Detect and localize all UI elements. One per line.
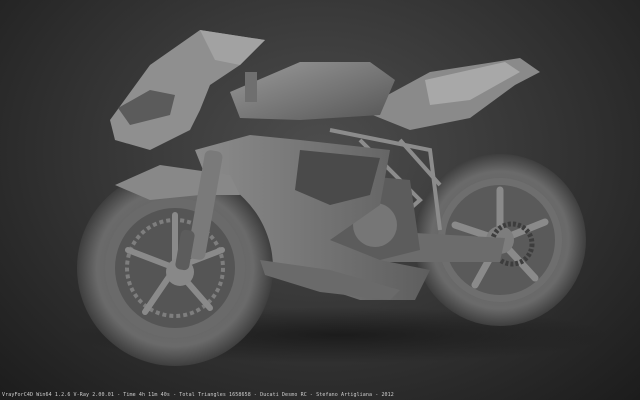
front-wheel: [77, 170, 273, 366]
render-viewport: VrayForC4D Win64 1.2.6 V-Ray 2.00.01 - T…: [0, 0, 640, 400]
render-info-line: VrayForC4D Win64 1.2.6 V-Ray 2.00.01 - T…: [2, 392, 394, 398]
mirror: [245, 72, 257, 102]
motorcycle-render: [70, 30, 610, 366]
